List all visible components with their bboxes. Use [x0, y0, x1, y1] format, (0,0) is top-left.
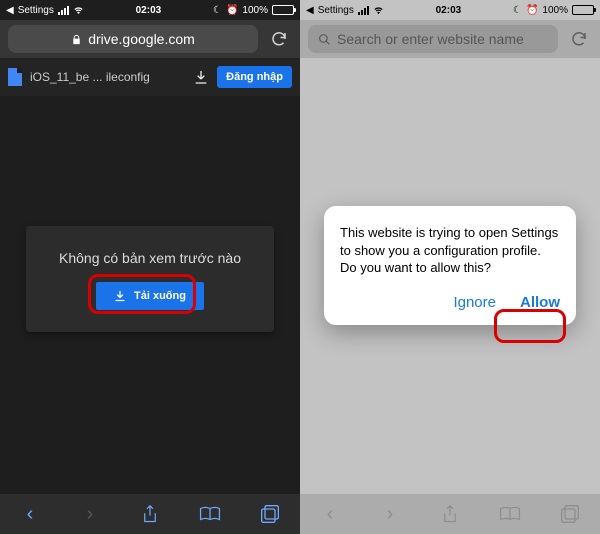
back-button[interactable]: ‹	[319, 503, 341, 525]
url-field[interactable]: drive.google.com	[8, 25, 258, 53]
alert-message: This website is trying to open Settings …	[340, 224, 560, 277]
share-button[interactable]	[139, 503, 161, 525]
no-preview-text: Không có bản xem trước nào	[40, 250, 260, 266]
download-arrow-icon	[114, 290, 126, 302]
signin-button[interactable]: Đăng nhập	[217, 66, 292, 88]
no-preview-card: Không có bản xem trước nào Tải xuống	[26, 226, 274, 332]
phone-right: ◀ Settings 02:03 ☾ ⏰ 100% Search or ente…	[300, 0, 600, 534]
file-name: iOS_11_be ... ileconfig	[30, 70, 185, 84]
back-app-icon[interactable]: ◀	[6, 5, 14, 16]
alarm-icon: ⏰	[226, 5, 238, 16]
battery-pct: 100%	[542, 5, 568, 16]
bookmarks-button[interactable]	[199, 503, 221, 525]
download-button[interactable]: Tải xuống	[96, 282, 204, 310]
drive-content: Không có bản xem trước nào Tải xuống	[0, 96, 300, 494]
download-icon[interactable]	[193, 69, 209, 85]
forward-button[interactable]: ›	[79, 503, 101, 525]
phone-left: ◀ Settings 02:03 ☾ ⏰ 100% drive.google.c…	[0, 0, 300, 534]
reload-button[interactable]	[566, 26, 592, 52]
status-bar: ◀ Settings 02:03 ☾ ⏰ 100%	[300, 0, 600, 20]
bookmarks-button[interactable]	[499, 503, 521, 525]
tabs-button[interactable]	[559, 503, 581, 525]
wifi-icon	[373, 5, 384, 16]
carrier-label: Settings	[318, 5, 354, 16]
ios-alert: This website is trying to open Settings …	[324, 206, 576, 325]
url-text: drive.google.com	[88, 31, 195, 47]
signal-icon	[58, 6, 69, 15]
status-bar: ◀ Settings 02:03 ☾ ⏰ 100%	[0, 0, 300, 20]
browser-toolbar: ‹ ›	[300, 494, 600, 534]
browser-url-bar: drive.google.com	[0, 20, 300, 58]
search-icon	[318, 33, 331, 46]
allow-button[interactable]: Allow	[520, 293, 560, 313]
do-not-disturb-icon: ☾	[513, 5, 522, 16]
browser-toolbar: ‹ ›	[0, 494, 300, 534]
battery-icon	[272, 5, 294, 15]
reload-button[interactable]	[266, 26, 292, 52]
forward-button[interactable]: ›	[379, 503, 401, 525]
alert-actions: Ignore Allow	[340, 293, 560, 313]
signal-icon	[358, 6, 369, 15]
battery-icon	[572, 5, 594, 15]
url-field[interactable]: Search or enter website name	[308, 25, 558, 53]
clock: 02:03	[136, 5, 162, 16]
clock: 02:03	[436, 5, 462, 16]
back-app-icon[interactable]: ◀	[306, 5, 314, 16]
tabs-button[interactable]	[259, 503, 281, 525]
url-placeholder: Search or enter website name	[337, 31, 524, 47]
lock-icon	[71, 34, 82, 45]
back-button[interactable]: ‹	[19, 503, 41, 525]
safari-content: This website is trying to open Settings …	[300, 58, 600, 494]
alarm-icon: ⏰	[526, 5, 538, 16]
drive-header: iOS_11_be ... ileconfig Đăng nhập	[0, 58, 300, 96]
download-button-label: Tải xuống	[134, 290, 186, 302]
do-not-disturb-icon: ☾	[213, 5, 222, 16]
file-icon	[8, 68, 22, 86]
battery-pct: 100%	[242, 5, 268, 16]
wifi-icon	[73, 5, 84, 16]
ignore-button[interactable]: Ignore	[453, 293, 496, 313]
share-button[interactable]	[439, 503, 461, 525]
browser-url-bar: Search or enter website name	[300, 20, 600, 58]
carrier-label: Settings	[18, 5, 54, 16]
